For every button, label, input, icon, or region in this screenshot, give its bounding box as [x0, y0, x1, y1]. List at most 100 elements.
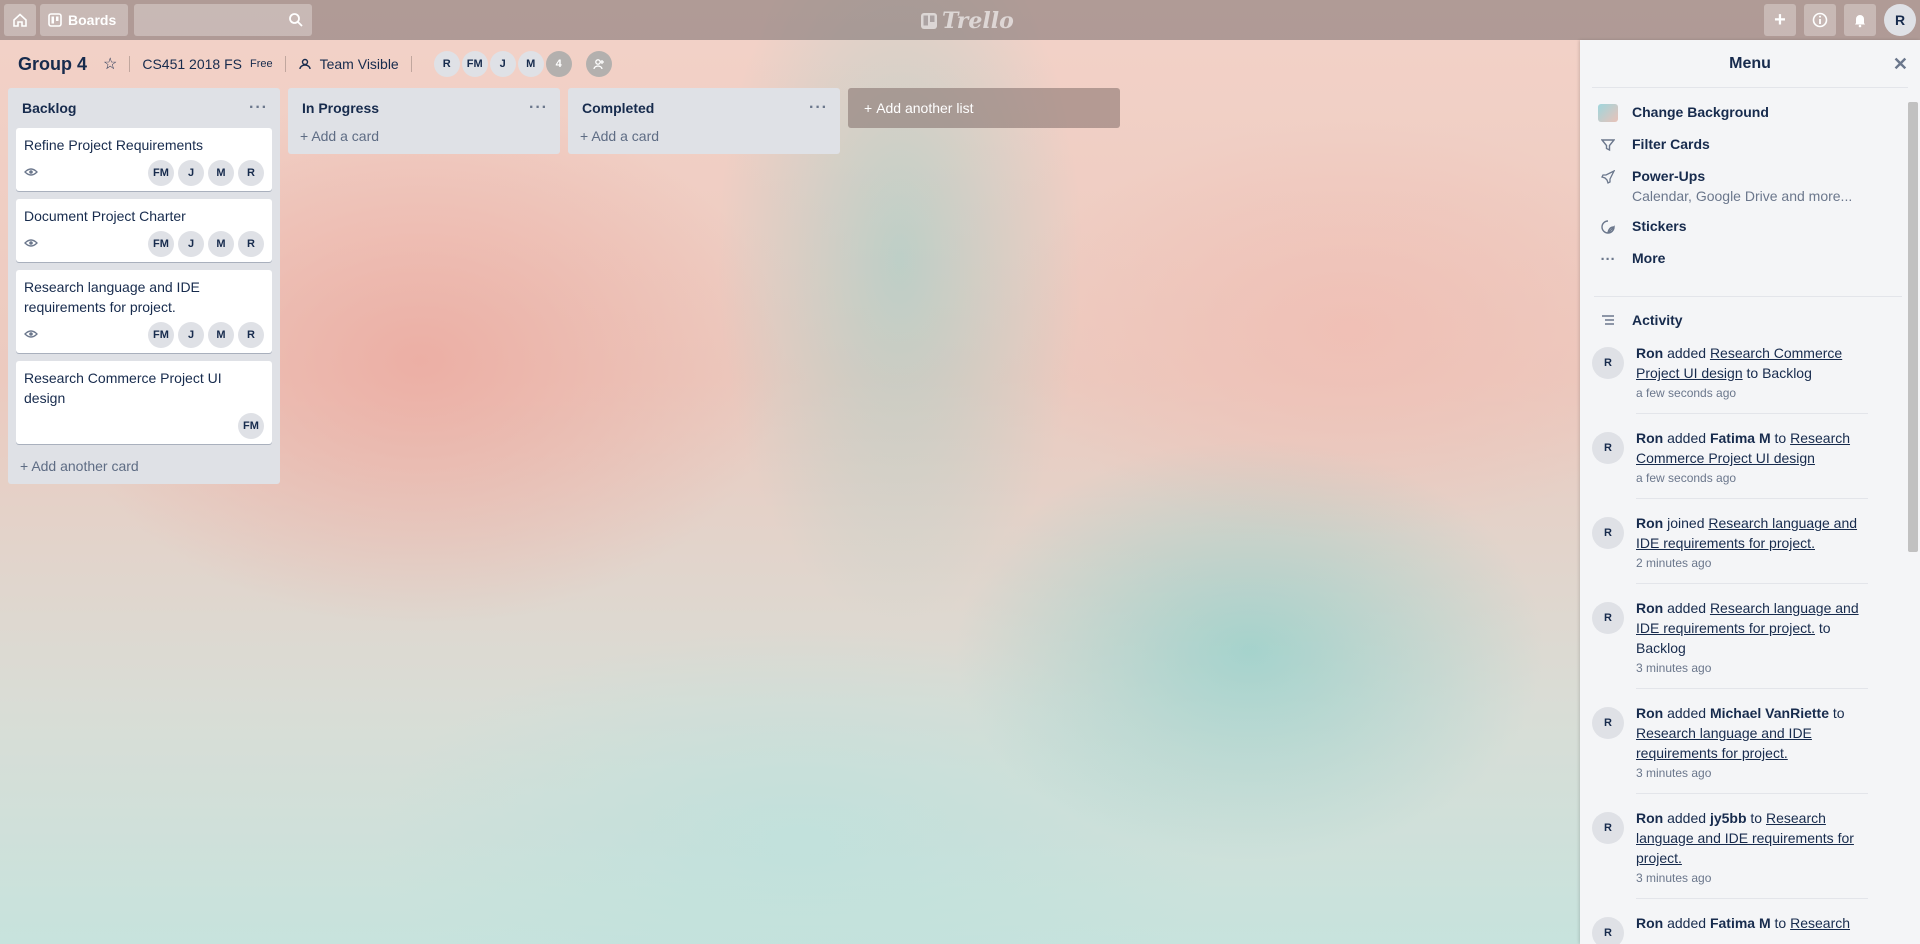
- card[interactable]: Research language and IDE requirements f…: [16, 270, 272, 353]
- activity-avatar[interactable]: R: [1592, 812, 1624, 844]
- activity-text-fragment: to: [1770, 915, 1791, 931]
- menu-scrollbar[interactable]: [1908, 102, 1918, 552]
- activity-avatar[interactable]: R: [1592, 517, 1624, 549]
- card-member-avatar[interactable]: R: [238, 160, 264, 186]
- sticker-icon: [1598, 218, 1618, 236]
- notifications-button[interactable]: [1844, 4, 1876, 36]
- list-title[interactable]: Completed: [582, 100, 654, 116]
- activity-text-fragment: to Backlog: [1742, 365, 1812, 381]
- user-avatar[interactable]: R: [1884, 4, 1916, 36]
- activity-timestamp[interactable]: a few seconds ago: [1636, 385, 1868, 401]
- team-visibility-button[interactable]: Team Visible: [298, 56, 399, 72]
- activity-text-fragment: to: [1746, 810, 1766, 826]
- menu-item-change-background[interactable]: Change Background: [1598, 104, 1920, 122]
- activity-timestamp[interactable]: 3 minutes ago: [1636, 870, 1868, 886]
- activity-card-link[interactable]: Research language and IDE requirements f…: [1636, 725, 1812, 761]
- board-title[interactable]: Group 4: [18, 54, 87, 75]
- add-list-button[interactable]: + Add another list: [848, 88, 1120, 128]
- activity-member-name[interactable]: Ron: [1636, 515, 1663, 531]
- menu-item-filter-cards[interactable]: Filter Cards: [1598, 136, 1920, 154]
- card[interactable]: Document Project Charter FM J M R: [16, 199, 272, 262]
- card-member-avatar[interactable]: M: [208, 322, 234, 348]
- activity-text: Ron added Michael VanRiette to Research …: [1636, 703, 1868, 794]
- card-member-avatar[interactable]: FM: [148, 160, 174, 186]
- invite-member-button[interactable]: [585, 51, 612, 77]
- card-member-avatar[interactable]: R: [238, 322, 264, 348]
- menu-sidebar: Menu ✕ Change Background Filter Cards Po…: [1580, 40, 1920, 944]
- activity-member-name[interactable]: Ron: [1636, 600, 1663, 616]
- activity-item: R Ron added Michael VanRiette to Research…: [1580, 703, 1920, 794]
- add-card-button[interactable]: + Add a card: [576, 128, 832, 148]
- add-card-button[interactable]: + Add another card: [16, 452, 272, 478]
- trello-logo[interactable]: Trello: [920, 8, 1014, 34]
- team-name[interactable]: CS451 2018 FS: [142, 56, 242, 72]
- list-menu-icon[interactable]: ···: [809, 99, 828, 117]
- home-button[interactable]: [4, 4, 36, 36]
- list-completed[interactable]: Completed ··· + Add a card: [568, 88, 840, 154]
- card-member-avatar[interactable]: J: [178, 160, 204, 186]
- add-card-button[interactable]: + Add a card: [296, 128, 552, 148]
- boards-button[interactable]: Boards: [40, 4, 129, 36]
- close-icon[interactable]: ✕: [1893, 54, 1908, 75]
- activity-item: R Ron added Research Commerce Project UI …: [1580, 343, 1920, 414]
- watch-eye-icon: [24, 237, 38, 251]
- activity-text: Ron added Fatima M to Research Commerce …: [1636, 428, 1868, 499]
- add-card-label: Add another card: [31, 458, 139, 474]
- activity-member-name[interactable]: Fatima M: [1710, 430, 1771, 446]
- card-member-avatar[interactable]: FM: [238, 413, 264, 439]
- filter-icon: [1598, 136, 1618, 154]
- divider: [129, 56, 131, 72]
- activity-avatar[interactable]: R: [1592, 917, 1624, 944]
- add-list-label: Add another list: [876, 100, 974, 116]
- activity-avatar[interactable]: R: [1592, 347, 1624, 379]
- card-member-avatar[interactable]: R: [238, 231, 264, 257]
- activity-member-name[interactable]: Ron: [1636, 810, 1663, 826]
- activity-text: Ron joined Research language and IDE req…: [1636, 513, 1868, 584]
- card-member-avatar[interactable]: FM: [148, 231, 174, 257]
- activity-avatar[interactable]: R: [1592, 602, 1624, 634]
- activity-member-name[interactable]: Fatima M: [1710, 915, 1771, 931]
- board-lists: Backlog ··· Refine Project Requirements …: [8, 88, 1120, 484]
- card-member-avatar[interactable]: FM: [148, 322, 174, 348]
- menu-item-stickers[interactable]: Stickers: [1598, 218, 1920, 236]
- list-menu-icon[interactable]: ···: [529, 99, 548, 117]
- member-avatar[interactable]: J: [489, 51, 516, 77]
- menu-item-label: More: [1632, 250, 1666, 266]
- list-title[interactable]: Backlog: [22, 100, 76, 116]
- member-avatar[interactable]: R: [433, 51, 460, 77]
- create-button[interactable]: +: [1764, 4, 1796, 36]
- card-member-avatar[interactable]: M: [208, 160, 234, 186]
- info-button[interactable]: [1804, 4, 1836, 36]
- activity-timestamp[interactable]: 2 minutes ago: [1636, 555, 1868, 571]
- list-menu-icon[interactable]: ···: [249, 99, 268, 117]
- card[interactable]: Research Commerce Project UI design FM: [16, 361, 272, 444]
- activity-avatar[interactable]: R: [1592, 707, 1624, 739]
- activity-member-name[interactable]: Ron: [1636, 430, 1663, 446]
- activity-card-link[interactable]: Research: [1790, 915, 1850, 931]
- activity-member-name[interactable]: jy5bb: [1710, 810, 1747, 826]
- list-in-progress[interactable]: In Progress ··· + Add a card: [288, 88, 560, 154]
- activity-text-fragment: added: [1663, 430, 1710, 446]
- card[interactable]: Refine Project Requirements FM J M R: [16, 128, 272, 191]
- list-title[interactable]: In Progress: [302, 100, 379, 116]
- member-avatar[interactable]: M: [517, 51, 544, 77]
- card-member-avatar[interactable]: J: [178, 322, 204, 348]
- menu-item-power-ups[interactable]: Power-Ups Calendar, Google Drive and mor…: [1598, 168, 1920, 204]
- activity-timestamp[interactable]: a few seconds ago: [1636, 470, 1868, 486]
- list-backlog[interactable]: Backlog ··· Refine Project Requirements …: [8, 88, 280, 484]
- member-count-badge[interactable]: 4: [545, 51, 572, 77]
- member-avatar[interactable]: FM: [461, 51, 488, 77]
- activity-timestamp[interactable]: 3 minutes ago: [1636, 660, 1868, 676]
- card-member-avatar[interactable]: M: [208, 231, 234, 257]
- activity-member-name[interactable]: Ron: [1636, 915, 1663, 931]
- activity-timestamp[interactable]: 3 minutes ago: [1636, 765, 1868, 781]
- star-icon[interactable]: ☆: [103, 54, 117, 74]
- search-input[interactable]: [134, 4, 313, 36]
- activity-member-name[interactable]: Ron: [1636, 705, 1663, 721]
- rocket-icon: [1598, 168, 1618, 186]
- activity-member-name[interactable]: Michael VanRiette: [1710, 705, 1829, 721]
- menu-item-more[interactable]: ··· More: [1598, 250, 1920, 268]
- card-member-avatar[interactable]: J: [178, 231, 204, 257]
- activity-avatar[interactable]: R: [1592, 432, 1624, 464]
- activity-member-name[interactable]: Ron: [1636, 345, 1663, 361]
